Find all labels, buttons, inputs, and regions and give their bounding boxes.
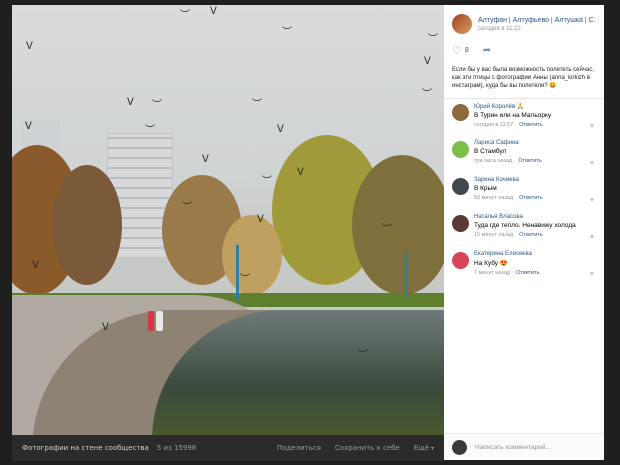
comment-item: Наталья Власова Туда где тепло. Ненавижу… [452,210,596,247]
reply-button[interactable]: Ответить [518,158,542,164]
reply-button[interactable]: Ответить [519,195,543,201]
share-arrow-icon[interactable]: ➦ [483,45,491,56]
bird: ︶ [282,27,292,38]
commenter-name[interactable]: Екатерина Елисеева [474,251,540,257]
commenter-name[interactable]: Зарина Кочиева [474,177,543,183]
commenter-name[interactable]: Лариса Сафина [474,140,542,146]
comment-time[interactable]: три часа назад [474,158,512,164]
bird: ᐯ [257,214,264,225]
bird: ᐯ [32,260,39,271]
commenter-avatar[interactable] [452,215,469,232]
bird: ︶ [252,99,262,110]
comment-time[interactable]: сегодня в 11:57 [474,122,513,128]
comments-list: Юрий Королёв 🙏 В Турин или на Мальорку с… [444,99,604,284]
post-actions: ♡ 8 ➦ [444,37,604,62]
bird: ︶ [428,34,438,45]
album-title[interactable]: Фотографии на стене сообщества [22,444,149,452]
bird: ᐯ [102,322,109,333]
bird: ︶ [145,125,155,136]
comment-input-row: Написать комментарий... [444,433,604,460]
comment-text: В Турин или на Мальорку [474,112,552,119]
group-name-link[interactable]: Алтуфан | Алтуфьево | Алтушка | С... [478,17,596,24]
commenter-avatar[interactable] [452,252,469,269]
bird: ᐯ [424,56,431,67]
photo-person [156,311,163,331]
group-avatar[interactable] [452,14,472,34]
comment-time[interactable]: 15 минут назад [474,232,513,238]
photo-person [148,311,154,331]
save-photo-button[interactable]: Сохранить к себе [335,444,400,452]
bird: ︶ [180,10,190,21]
current-user-avatar [452,439,467,455]
commenter-name[interactable]: Наталья Власова [474,214,576,220]
comment-text: В Крым [474,185,497,192]
bird: ᐯ [25,121,32,132]
heart-icon[interactable]: ♥ [590,197,594,204]
comment-text: Туда где тепло. Ненавижу холода [474,222,576,229]
comment-input[interactable]: Написать комментарий... [475,444,551,451]
post-time[interactable]: сегодня в 11:22 [478,26,596,32]
comment-item: Екатерина Елисеева На Кубу 😍 7 минут наз… [452,247,596,284]
comment-item: Зарина Кочиева В Крым 50 минут назад Отве… [452,173,596,210]
post-caption: Если бы у вас была возможность полететь … [444,62,604,99]
bird: ︶ [422,89,432,100]
share-photo-button[interactable]: Поделиться [277,444,321,452]
like-count: 8 [464,47,469,54]
comment-text: На Кубу 😍 [474,260,508,267]
bird: ᐯ [202,154,209,165]
bird: ︶ [182,202,192,213]
bird: ᐯ [277,124,284,135]
reply-button[interactable]: Ответить [516,270,540,276]
photo-toolbar: Фотографии на стене сообщества 5 из 1599… [12,435,444,461]
bird: ᐯ [297,167,304,178]
commenter-name[interactable]: Юрий Королёв 🙏 [474,103,551,110]
heart-icon[interactable]: ♥ [590,234,594,241]
heart-icon[interactable]: ♥ [590,123,594,130]
heart-icon[interactable]: ♡ [452,45,462,56]
reply-button[interactable]: Ответить [519,232,543,238]
bird: ︶ [152,100,162,111]
bird: ᐯ [210,6,217,17]
heart-icon[interactable]: ♥ [590,160,594,167]
bird: ︶ [262,176,272,187]
bird: ᐯ [26,41,33,52]
photo-counter: 5 из 15998 [156,444,197,452]
more-menu-button[interactable]: Ещё [414,444,434,452]
bird: ︶ [240,274,250,285]
comment-item: Юрий Королёв 🙏 В Турин или на Мальорку с… [452,99,596,136]
commenter-avatar[interactable] [452,141,469,158]
bird: ︶ [382,224,392,235]
photo-lamp [405,253,408,298]
commenter-avatar[interactable] [452,178,469,195]
post-header: Алтуфан | Алтуфьево | Алтушка | С... сег… [444,5,604,37]
comment-time[interactable]: 50 минут назад [474,195,513,201]
photo-trees [12,135,444,305]
heart-icon[interactable]: ♥ [590,271,594,278]
comment-time[interactable]: 7 минут назад [474,270,510,276]
bird: ᐯ [127,97,134,108]
reply-button[interactable]: Ответить [519,122,543,128]
post-sidebar: Алтуфан | Алтуфьево | Алтушка | С... сег… [444,5,604,460]
comment-text: В Стамбул [474,148,507,155]
commenter-avatar[interactable] [452,104,469,121]
post-photo[interactable]: ︶ ᐯ ︶ ᐯ ︶ ᐯ ︶ ᐯ ︶ ᐯ ︶ ᐯ ︶ ᐯ ︶ ᐯ ︶ ᐯ ︶ ᐯ … [12,5,444,435]
bird: ︶ [358,350,368,361]
comment-item: Лариса Сафина В Стамбул три часа назад От… [452,136,596,173]
photo-lamp [236,245,239,300]
